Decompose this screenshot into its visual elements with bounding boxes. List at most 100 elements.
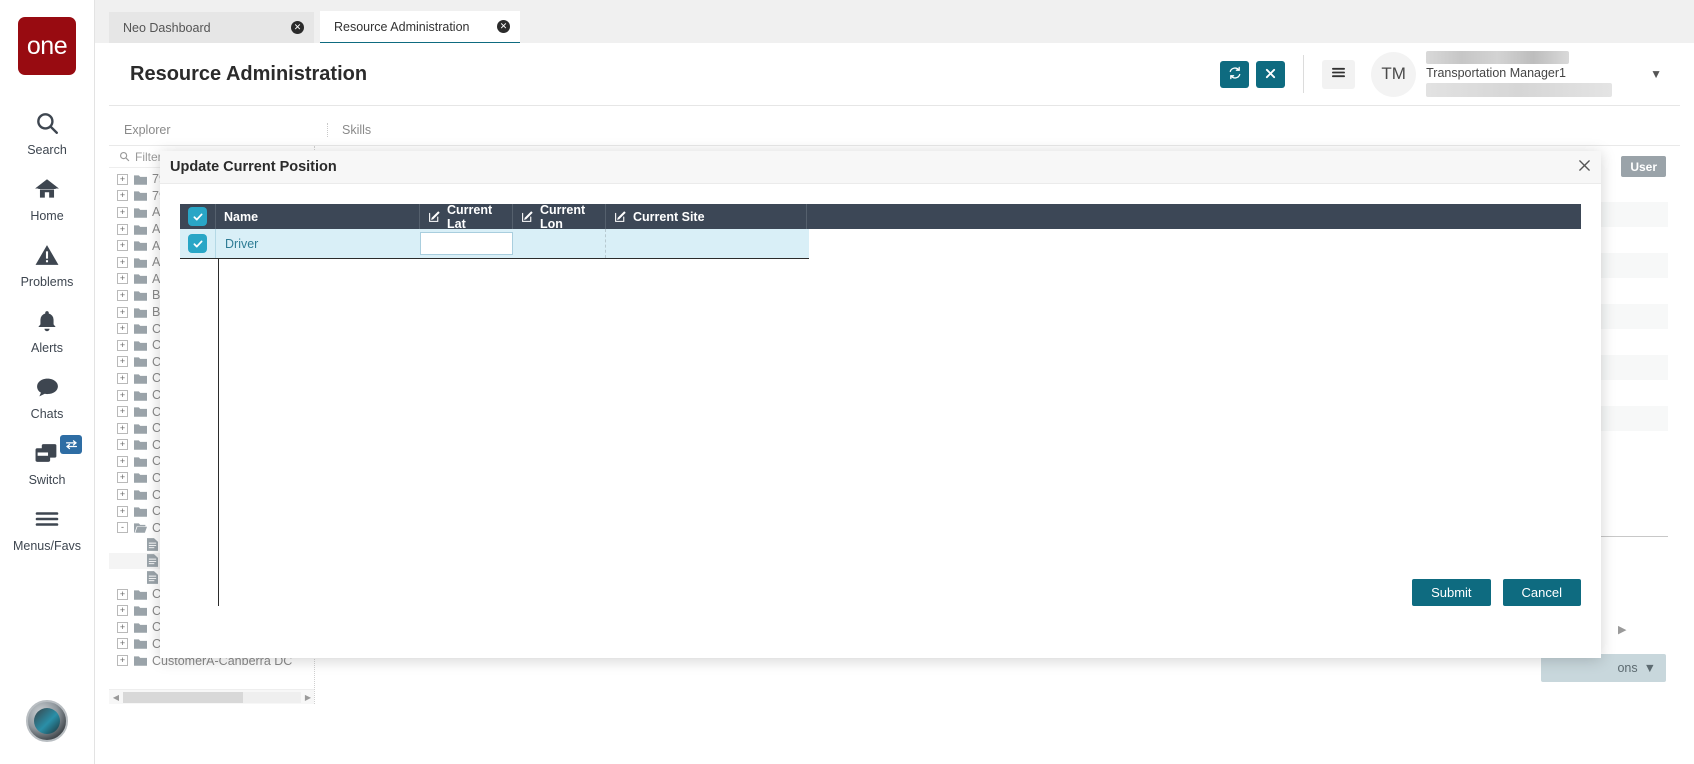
column-header-current-lon[interactable]: Current Lon (513, 202, 606, 231)
submit-button[interactable]: Submit (1412, 578, 1491, 606)
column-header-current-site[interactable]: Current Site (606, 204, 807, 229)
ai-assistant-orb-icon[interactable] (26, 700, 68, 742)
column-header-current-lat[interactable]: Current Lat (420, 203, 513, 231)
tree-expander-icon[interactable]: + (117, 638, 128, 650)
tree-expander-icon[interactable]: + (117, 455, 128, 467)
avatar[interactable]: TM (1371, 51, 1417, 97)
tree-expander-icon[interactable]: + (117, 190, 128, 202)
refresh-button[interactable] (1220, 60, 1250, 88)
tree-expander-icon[interactable]: + (117, 356, 128, 368)
user-name: Transportation Manager1 (1426, 66, 1567, 80)
tab-label: Explorer (124, 123, 171, 137)
rail-item-menus-favs[interactable]: Menus/Favs (0, 493, 94, 559)
explorer-hscrollbar[interactable]: ◀ ▶ (109, 689, 314, 704)
select-all-checkbox[interactable] (180, 204, 216, 229)
tree-expander-icon[interactable]: + (117, 588, 128, 600)
column-header-filler (807, 204, 1581, 229)
user-info-block: Transportation Manager1 (1426, 51, 1626, 97)
cancel-button[interactable]: Cancel (1502, 578, 1581, 606)
checkbox-checked-icon (188, 207, 207, 226)
column-label: Current Lon (540, 202, 586, 231)
tree-expander-icon[interactable]: + (117, 240, 128, 252)
header-divider (1303, 55, 1305, 93)
tab-explorer[interactable]: Explorer (124, 123, 171, 137)
row-checkbox[interactable] (180, 229, 216, 258)
close-page-button[interactable] (1256, 60, 1286, 88)
pager-next-arrow-icon[interactable]: ▶ (1618, 623, 1626, 636)
rail-item-problems[interactable]: Problems (0, 229, 94, 295)
tree-expander-icon[interactable]: + (117, 273, 128, 285)
folder-icon (134, 341, 147, 351)
refresh-icon (1228, 66, 1242, 83)
tree-expander-icon[interactable]: + (117, 505, 128, 517)
rail-item-alerts[interactable]: Alerts (0, 295, 94, 361)
tree-expander-icon[interactable]: + (117, 489, 128, 501)
options-dropdown[interactable]: ons ▼ (1541, 654, 1666, 682)
left-nav-rail: one Search Home Problems Alerts Chats Sw… (0, 0, 95, 764)
folder-icon (134, 291, 147, 301)
rail-item-label: Search (27, 143, 67, 157)
cell-current-lon[interactable] (513, 229, 606, 258)
edit-icon (521, 210, 534, 223)
rail-item-search[interactable]: Search (0, 97, 94, 163)
scroll-track[interactable] (123, 691, 301, 703)
current-lat-input[interactable] (420, 232, 513, 255)
tree-expander-icon[interactable]: - (117, 522, 128, 534)
tree-expander-icon[interactable]: + (117, 223, 128, 235)
column-header-name[interactable]: Name (216, 204, 420, 229)
redacted-bar-top (1426, 51, 1570, 64)
rail-item-chats[interactable]: Chats (0, 361, 94, 427)
rail-item-home[interactable]: Home (0, 163, 94, 229)
cell-current-site[interactable] (606, 229, 807, 258)
tree-expander-icon[interactable]: + (117, 422, 128, 434)
tree-expander-icon[interactable]: + (117, 306, 128, 318)
dialog-body: Name Current Lat Current Lon Current Sit… (160, 184, 1601, 625)
folder-icon (134, 357, 147, 368)
tree-expander-icon[interactable]: + (117, 206, 128, 218)
dialog-footer: Submit Cancel (160, 559, 1601, 625)
tab-label: Neo Dashboard (123, 20, 211, 35)
folder-icon (134, 191, 147, 202)
tab-neo-dashboard[interactable]: Neo Dashboard ✕ (109, 12, 314, 43)
user-menu-caret[interactable]: ▼ (1650, 67, 1662, 81)
tree-expander-icon[interactable]: + (117, 655, 128, 667)
header-menu-button[interactable] (1322, 59, 1356, 89)
tree-expander-icon[interactable]: + (117, 339, 128, 351)
close-circle-icon[interactable]: ✕ (497, 20, 510, 33)
dialog-header: Update Current Position (160, 151, 1601, 184)
scroll-thumb[interactable] (123, 691, 243, 703)
tree-expander-icon[interactable]: + (117, 605, 128, 617)
tab-resource-administration[interactable]: Resource Administration ✕ (320, 11, 520, 44)
dialog-close-button[interactable] (1567, 151, 1601, 184)
tree-expander-icon[interactable]: + (117, 621, 128, 633)
tree-expander-icon[interactable]: + (117, 256, 128, 268)
redacted-bar-bottom (1426, 83, 1613, 97)
scroll-right-arrow-icon[interactable]: ▶ (301, 693, 314, 702)
folder-icon (134, 274, 147, 285)
rail-item-label: Alerts (31, 341, 63, 355)
close-circle-icon[interactable]: ✕ (291, 21, 304, 34)
folder-open-icon (134, 523, 147, 534)
close-x-icon (1578, 159, 1591, 176)
rail-item-switch[interactable]: Switch (0, 427, 94, 493)
tree-expander-icon[interactable]: + (117, 472, 128, 484)
tree-expander-icon[interactable]: + (117, 372, 128, 384)
scroll-left-arrow-icon[interactable]: ◀ (109, 693, 123, 702)
tree-expander-icon[interactable]: + (117, 323, 128, 335)
tree-expander-icon[interactable]: + (117, 289, 128, 301)
swap-arrows-icon[interactable] (60, 435, 82, 454)
tree-expander-icon[interactable]: + (117, 406, 128, 418)
cell-current-lat[interactable] (420, 229, 513, 258)
tree-expander-icon[interactable]: + (117, 439, 128, 451)
folder-icon (134, 507, 147, 517)
tree-expander-icon[interactable]: + (117, 389, 128, 401)
tree-expander-icon[interactable]: + (117, 173, 128, 185)
tab-skills[interactable]: Skills (327, 123, 371, 137)
user-button-label: User (1630, 159, 1657, 174)
app-logo[interactable]: one (18, 17, 76, 75)
user-button[interactable]: User (1621, 156, 1666, 177)
folder-icon (134, 623, 147, 633)
chevron-down-icon: ▼ (1650, 67, 1662, 81)
search-icon (34, 107, 60, 139)
cell-name[interactable]: Driver (216, 229, 420, 258)
